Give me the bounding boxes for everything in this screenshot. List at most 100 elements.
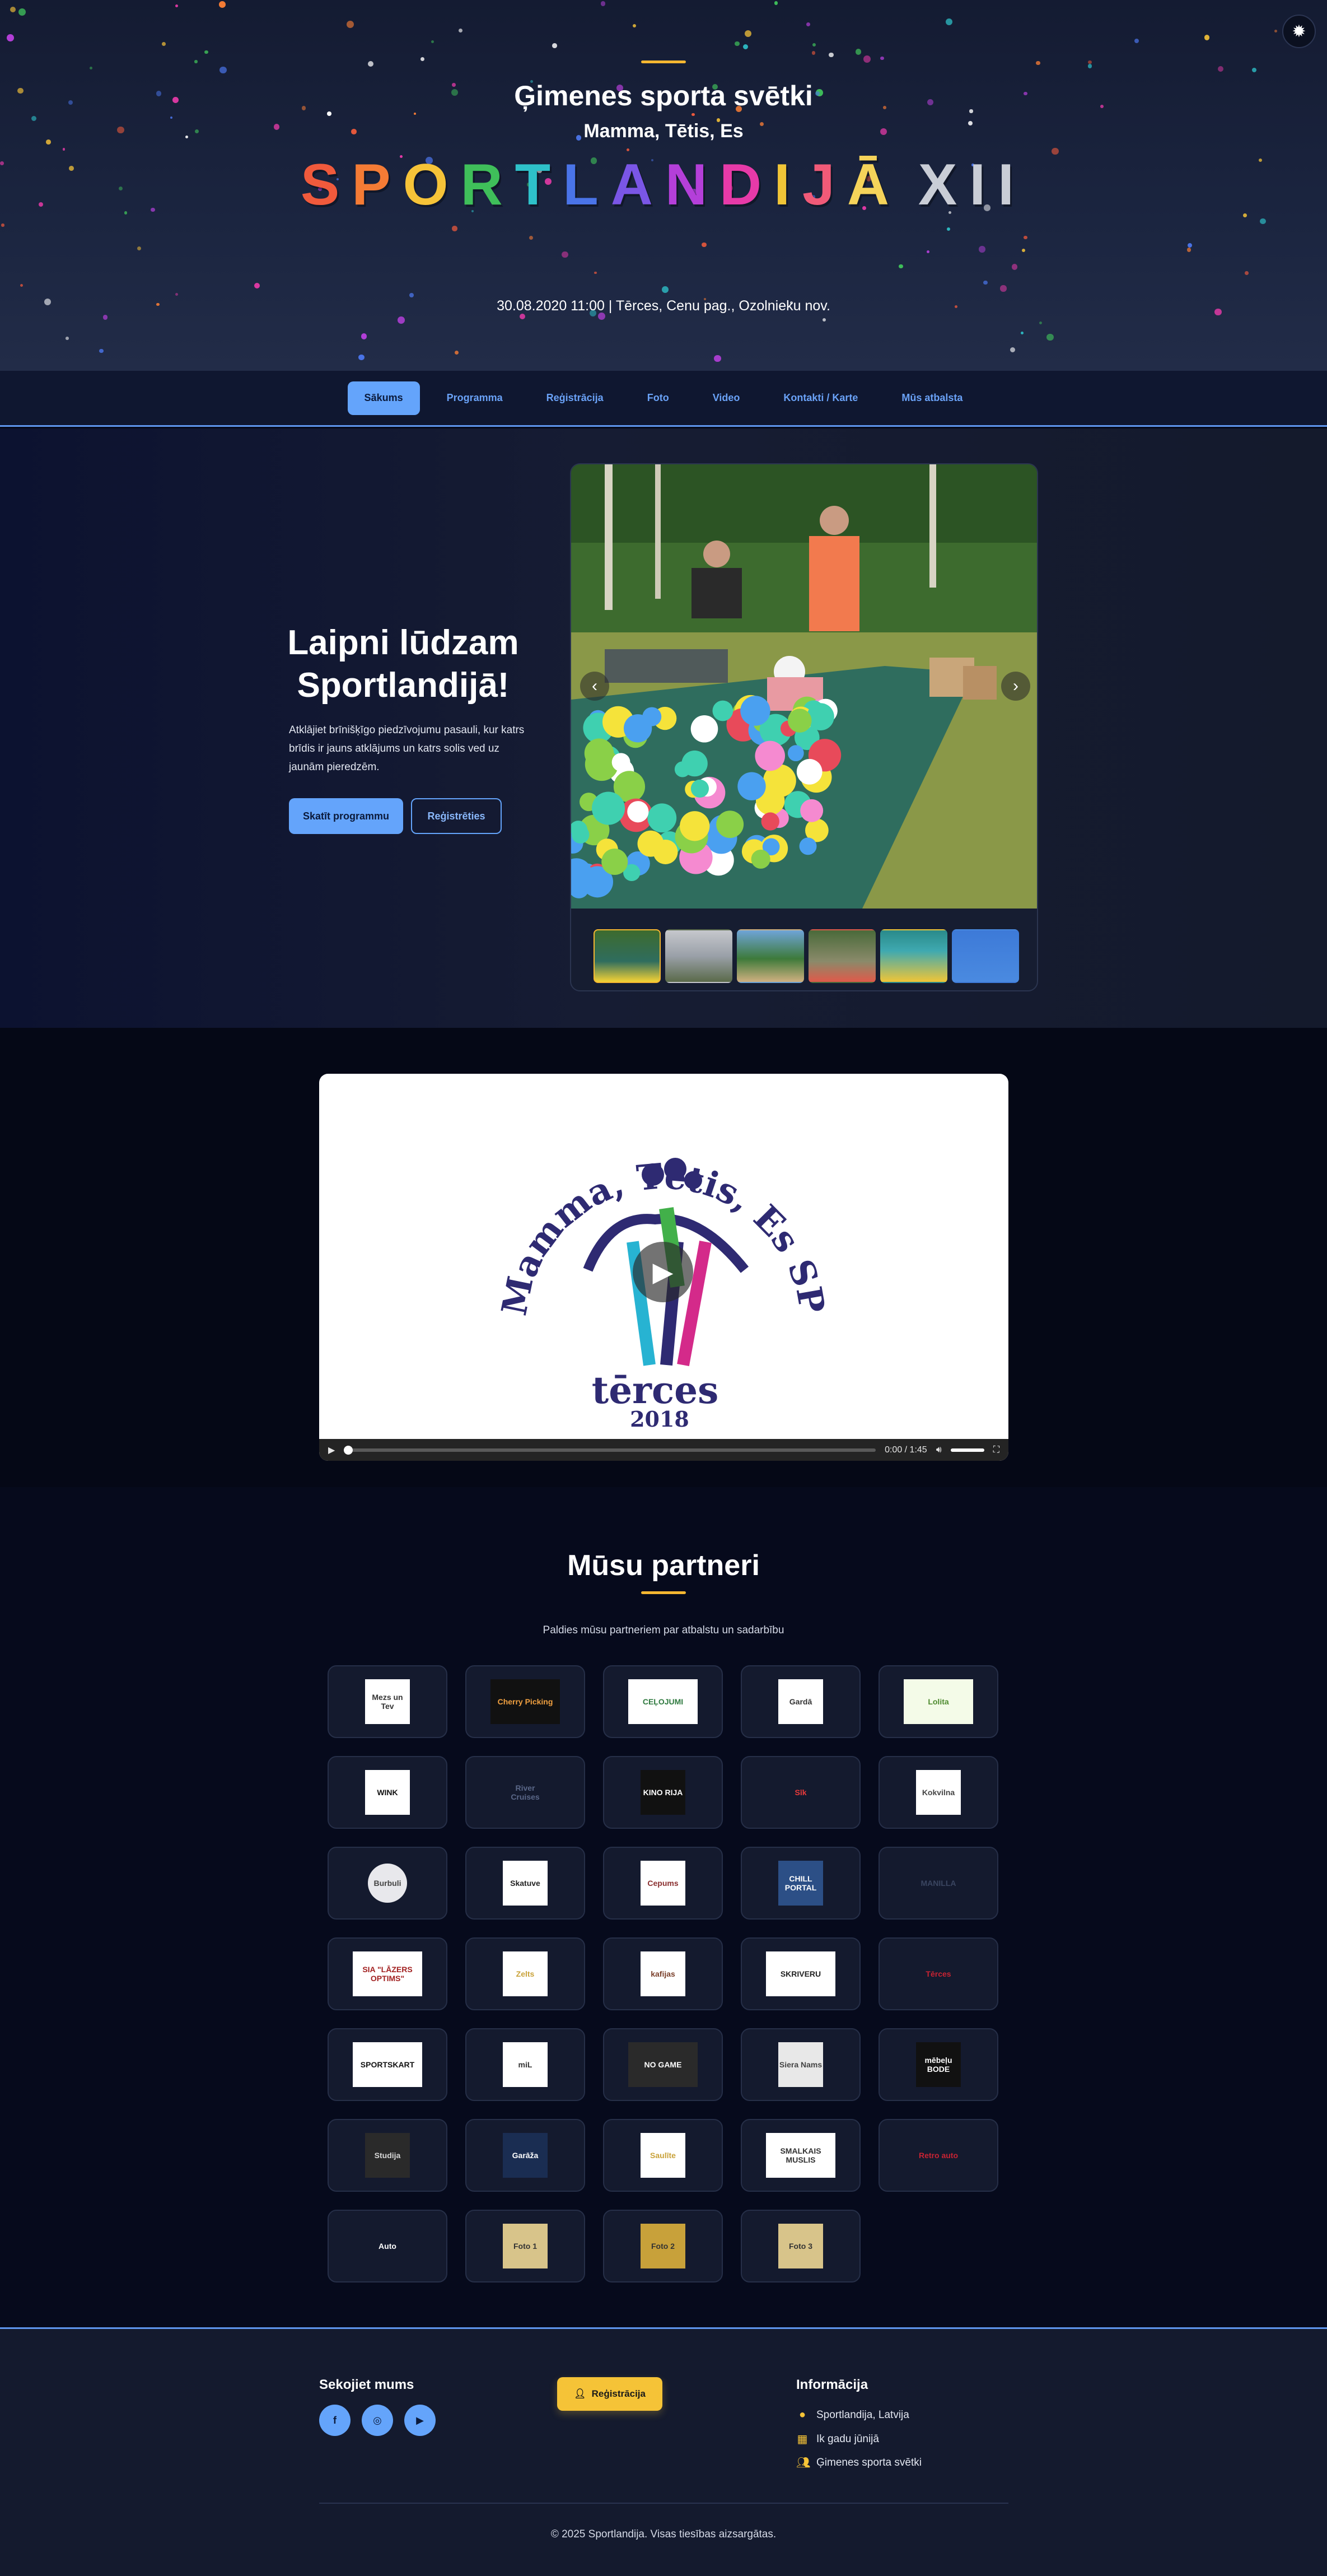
partner-card[interactable]: Burbuli	[328, 1847, 447, 1920]
partner-card[interactable]: kafijas	[603, 1937, 723, 2010]
register-button[interactable]: Reģistrēties	[411, 798, 502, 834]
partner-card[interactable]: Kokvilna	[879, 1756, 998, 1829]
gallery-prev-button[interactable]: ‹	[580, 672, 609, 701]
partner-card[interactable]: Siera Nams	[741, 2028, 861, 2101]
partner-card[interactable]: Mezs un Tev	[328, 1665, 447, 1738]
theme-toggle-button[interactable]: ✹	[1282, 15, 1316, 48]
partner-logo: Cepums	[641, 1861, 685, 1906]
confetti-dot	[1046, 333, 1054, 341]
confetti-dot	[66, 337, 69, 340]
partner-card[interactable]: Saulīte	[603, 2119, 723, 2192]
confetti-dot	[812, 43, 816, 46]
partner-card[interactable]: SPORTSKART	[328, 2028, 447, 2101]
instagram-button[interactable]: ◎	[362, 2405, 393, 2436]
partner-card[interactable]: Garāža	[465, 2119, 585, 2192]
partner-card[interactable]: Auto	[328, 2210, 447, 2282]
partner-card[interactable]: Retro auto	[879, 2119, 998, 2192]
partner-logo: Tērces	[916, 1951, 961, 1996]
partner-card[interactable]: CHILL PORTAL	[741, 1847, 861, 1920]
partner-card[interactable]: Cherry Picking	[465, 1665, 585, 1738]
partner-card[interactable]: River Cruises	[465, 1756, 585, 1829]
nav-item-kontakti[interactable]: Kontakti / Karte	[767, 381, 875, 415]
partner-card[interactable]: Lolita	[879, 1665, 998, 1738]
confetti-dot	[520, 313, 526, 320]
confetti-dot	[529, 235, 534, 240]
confetti-dot	[1260, 218, 1266, 225]
partner-card[interactable]: SIA "LĀZERS OPTIMS"	[328, 1937, 447, 2010]
youtube-button[interactable]: ▶	[404, 2405, 436, 2436]
partner-card[interactable]: SMALKAIS MUSLIS	[741, 2119, 861, 2192]
nav-item-sakums[interactable]: Sākums	[347, 381, 420, 415]
partner-card[interactable]: Gardā	[741, 1665, 861, 1738]
nav-item-registracija[interactable]: Reģistrācija	[530, 381, 620, 415]
video-player[interactable]: Mamma, Tētis, Es SPORTlandija tērces 201…	[319, 1074, 1008, 1461]
gallery-thumb-6[interactable]	[952, 929, 1019, 983]
volume-icon[interactable]: 🔊︎	[936, 1445, 942, 1455]
partner-card[interactable]: Foto 3	[741, 2210, 861, 2282]
users-icon: 👥︎	[796, 2457, 811, 2469]
brand-letter: S	[300, 152, 352, 217]
facebook-button[interactable]: f	[319, 2405, 351, 2436]
partner-logo: SKRIVERU	[766, 1951, 835, 1996]
footer-register-button[interactable]: 👤︎ Reģistrācija	[557, 2377, 662, 2411]
brand-letter: L	[563, 152, 611, 217]
partner-card[interactable]: Sīk	[741, 1756, 861, 1829]
nav-item-programma[interactable]: Programma	[430, 381, 520, 415]
partner-card[interactable]: mēbeļu BODE	[879, 2028, 998, 2101]
brand-letter: D	[719, 152, 774, 217]
partner-card[interactable]: Tērces	[879, 1937, 998, 2010]
gallery-thumb-2[interactable]	[665, 929, 732, 983]
partner-card[interactable]: Studija	[328, 2119, 447, 2192]
gallery-thumb-4[interactable]	[809, 929, 876, 983]
confetti-dot	[898, 264, 903, 269]
view-program-button[interactable]: Skatīt programmu	[289, 798, 403, 834]
info-date: ▦ Ik gadu jūnijā	[796, 2432, 879, 2446]
partner-card[interactable]: NO GAME	[603, 2028, 723, 2101]
partners-subtitle: Paldies mūsu partneriem par atbalstu un …	[543, 1624, 784, 1636]
confetti-dot	[811, 51, 815, 55]
confetti-dot	[1000, 285, 1007, 292]
partner-card[interactable]: Zelts	[465, 1937, 585, 2010]
partner-card[interactable]: SKRIVERU	[741, 1937, 861, 2010]
confetti-dot	[413, 113, 416, 115]
partner-logo: CEĻOJUMI	[628, 1679, 698, 1724]
confetti-dot	[358, 354, 365, 361]
nav-item-mus-atbalsta[interactable]: Mūs atbalsta	[885, 381, 979, 415]
gallery-next-button[interactable]: ›	[1001, 672, 1030, 701]
confetti-dot	[99, 348, 104, 353]
confetti-dot	[946, 18, 953, 26]
confetti-dot	[1217, 66, 1223, 72]
control-play-icon[interactable]: ▶	[328, 1445, 335, 1456]
confetti-dot	[162, 42, 166, 46]
partner-card[interactable]: WINK	[328, 1756, 447, 1829]
partner-card[interactable]: KINO RIJA	[603, 1756, 723, 1829]
hero-subtitle: Mamma, Tētis, Es	[583, 120, 744, 142]
partner-card[interactable]: Foto 2	[603, 2210, 723, 2282]
partner-card[interactable]: Skatuve	[465, 1847, 585, 1920]
confetti-dot	[979, 246, 985, 253]
partner-logo: Retro auto	[904, 2133, 973, 2178]
fullscreen-icon[interactable]: ⛶	[993, 1445, 999, 1455]
video-play-button[interactable]: ▶	[633, 1242, 693, 1302]
nav-item-foto[interactable]: Foto	[630, 381, 686, 415]
gallery-thumb-3[interactable]	[737, 929, 804, 983]
gallery-thumb-1[interactable]	[594, 929, 661, 983]
info-title: Informācija	[796, 2377, 868, 2392]
partner-card[interactable]: MANILLA	[879, 1847, 998, 1920]
confetti-dot	[1187, 243, 1193, 248]
sun-icon: ✹	[1292, 22, 1306, 41]
partner-card[interactable]: Foto 1	[465, 2210, 585, 2282]
video-progress-knob[interactable]	[344, 1445, 353, 1455]
volume-slider[interactable]	[950, 1448, 984, 1452]
confetti-dot	[600, 1, 606, 6]
partner-logo: Siera Nams	[778, 2042, 823, 2087]
partner-card[interactable]: miL	[465, 2028, 585, 2101]
video-progress-bar[interactable]	[344, 1445, 876, 1455]
partner-card[interactable]: Cepums	[603, 1847, 723, 1920]
confetti-dot	[398, 316, 405, 324]
gallery-thumb-5[interactable]	[880, 929, 947, 983]
partner-logo: Foto 2	[641, 2224, 685, 2268]
partner-card[interactable]: CEĻOJUMI	[603, 1665, 723, 1738]
confetti-dot	[454, 350, 459, 355]
nav-item-video[interactable]: Video	[696, 381, 757, 415]
